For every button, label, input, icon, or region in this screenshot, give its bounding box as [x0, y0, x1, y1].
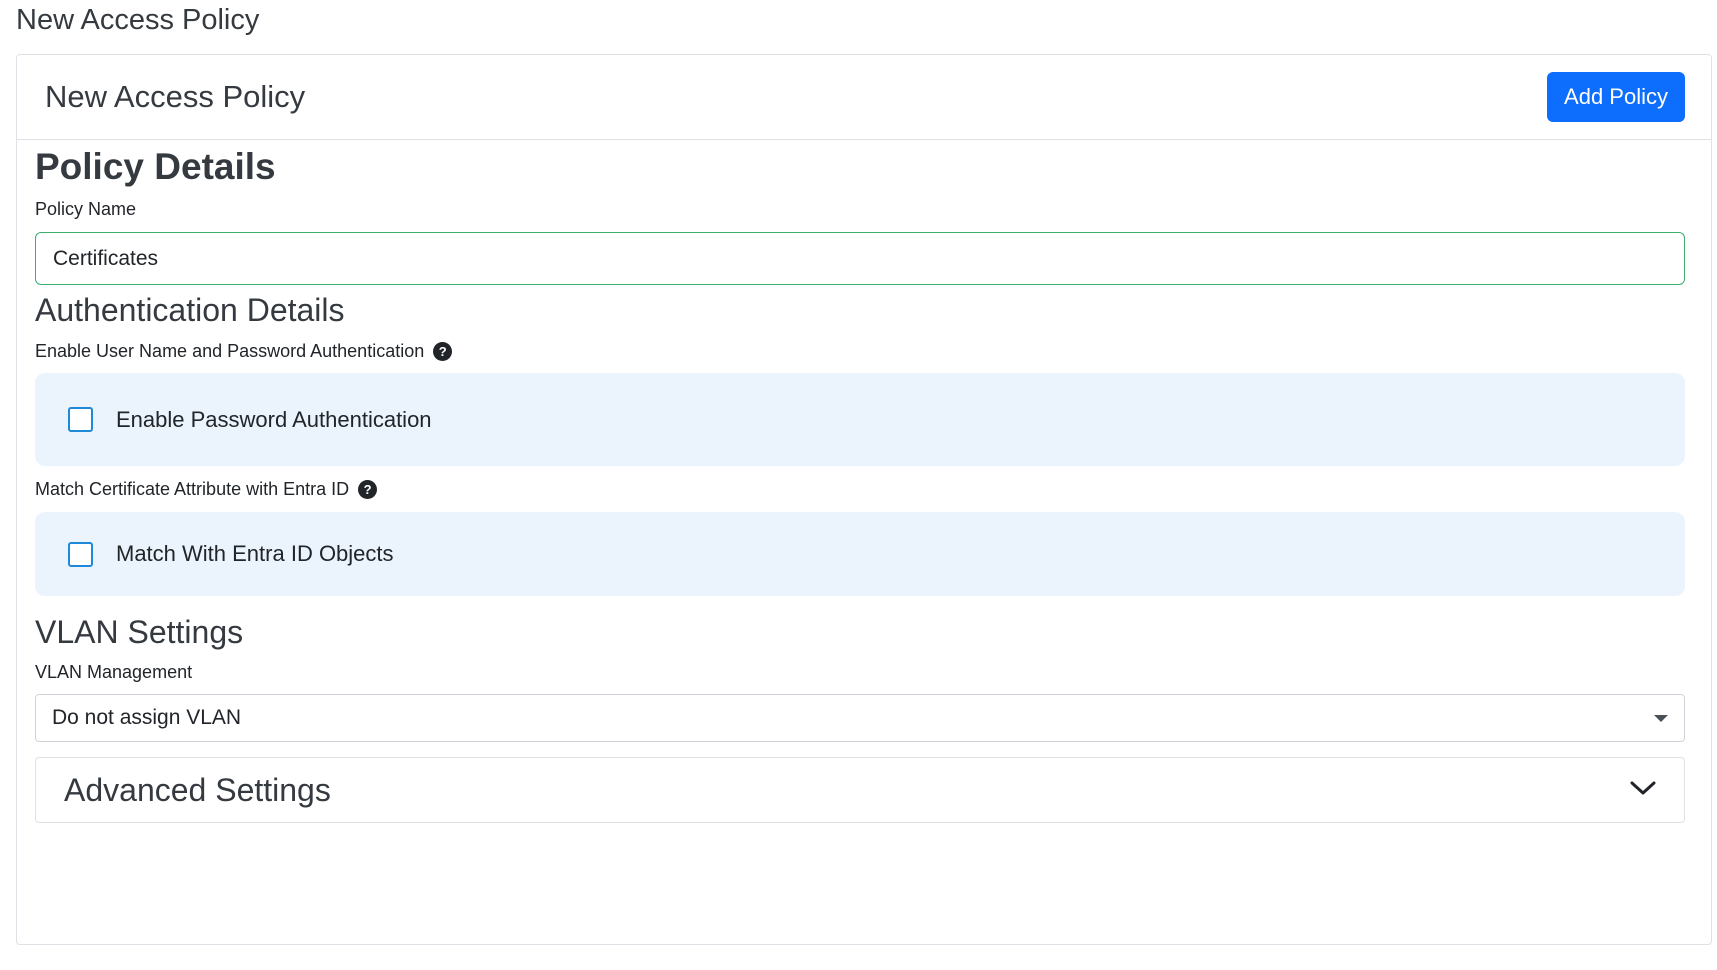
card-title: New Access Policy: [45, 79, 306, 114]
policy-details-heading: Policy Details: [35, 146, 276, 187]
entra-match-label: Match Certificate Attribute with Entra I…: [35, 479, 350, 499]
vlan-management-select[interactable]: Do not assign VLAN: [35, 694, 1685, 742]
entra-match-panel: Match With Entra ID Objects: [35, 512, 1685, 596]
password-auth-panel: Enable Password Authentication: [35, 373, 1685, 466]
enable-password-checkbox[interactable]: [68, 407, 93, 432]
password-auth-label-row: Enable User Name and Password Authentica…: [35, 341, 453, 362]
match-entra-checkbox-label[interactable]: Match With Entra ID Objects: [116, 541, 394, 567]
advanced-settings-accordion[interactable]: Advanced Settings: [35, 757, 1685, 823]
vlan-management-label: VLAN Management: [35, 662, 193, 682]
card-header: New Access Policy Add Policy: [17, 55, 1711, 140]
vlan-selected-option: Do not assign VLAN: [52, 706, 242, 729]
authentication-details-heading: Authentication Details: [35, 292, 345, 328]
match-entra-checkbox[interactable]: [68, 541, 93, 567]
help-icon[interactable]: ?: [358, 480, 378, 499]
page-title: New Access Policy: [16, 4, 260, 36]
policy-name-label: Policy Name: [35, 199, 137, 219]
vlan-settings-heading: VLAN Settings: [35, 614, 244, 650]
advanced-settings-title: Advanced Settings: [64, 771, 331, 808]
chevron-down-icon[interactable]: [1630, 780, 1656, 801]
policy-name-input[interactable]: Certificates: [35, 232, 1685, 285]
add-policy-button[interactable]: Add Policy: [1547, 72, 1685, 122]
entra-match-label-row: Match Certificate Attribute with Entra I…: [35, 479, 378, 500]
enable-password-checkbox-label[interactable]: Enable Password Authentication: [116, 407, 432, 433]
password-auth-label: Enable User Name and Password Authentica…: [35, 341, 425, 361]
help-icon[interactable]: ?: [433, 342, 453, 361]
caret-down-icon: [1654, 714, 1668, 722]
